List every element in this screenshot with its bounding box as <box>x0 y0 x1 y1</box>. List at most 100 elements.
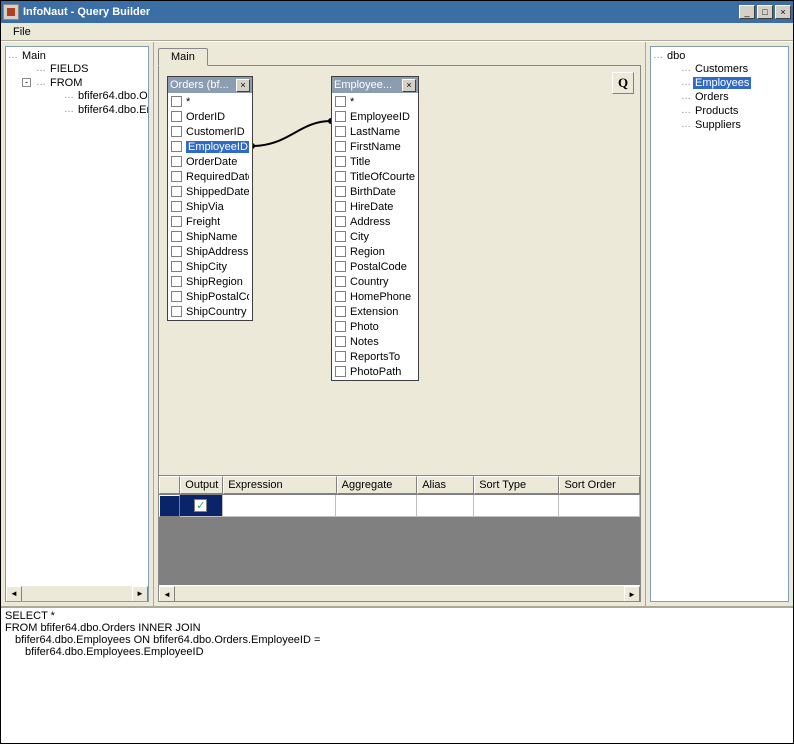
checkbox-icon[interactable] <box>171 261 182 272</box>
grid-header-output[interactable]: Output <box>180 476 223 494</box>
tree-node-dbo[interactable]: dbo <box>665 50 687 62</box>
left-tree[interactable]: - Main FIELDS - FROM bfifer64.dbo.Orders… <box>5 46 149 602</box>
checkbox-icon[interactable] <box>335 261 346 272</box>
table-orders-titlebar[interactable]: Orders (bf... × <box>168 77 252 93</box>
field-row[interactable]: ShipPostalCode <box>169 289 251 304</box>
tree-node-employees[interactable]: Employees <box>693 77 751 89</box>
field-row[interactable]: Notes <box>333 334 417 349</box>
scroll-right-icon[interactable]: ► <box>132 586 148 602</box>
field-row[interactable]: LastName <box>333 124 417 139</box>
grid-header-sorttype[interactable]: Sort Type <box>474 476 559 494</box>
field-row[interactable]: PhotoPath <box>333 364 417 379</box>
criteria-grid[interactable]: Output Expression Aggregate Alias Sort T… <box>159 475 640 585</box>
field-row[interactable]: Region <box>333 244 417 259</box>
field-row[interactable]: Country <box>333 274 417 289</box>
field-row[interactable]: TitleOfCourtesy <box>333 169 417 184</box>
checkbox-icon[interactable] <box>171 186 182 197</box>
titlebar[interactable]: InfoNaut - Query Builder _ □ × <box>1 1 793 23</box>
tree-node-from-employees[interactable]: bfifer64.dbo.Employees <box>76 104 149 116</box>
checkbox-icon[interactable] <box>171 156 182 167</box>
field-row[interactable]: PostalCode <box>333 259 417 274</box>
checkbox-icon[interactable] <box>335 366 346 377</box>
grid-cell-expression[interactable] <box>223 495 337 517</box>
field-row[interactable]: ShipVia <box>169 199 251 214</box>
checkbox-icon[interactable] <box>335 246 346 257</box>
tree-node-products[interactable]: Products <box>693 105 740 117</box>
field-row[interactable]: OrderDate <box>169 154 251 169</box>
checkbox-icon[interactable] <box>171 291 182 302</box>
grid-header-alias[interactable]: Alias <box>417 476 474 494</box>
field-row-employeeid[interactable]: EmployeeID <box>169 139 251 154</box>
grid-cell-sorttype[interactable] <box>474 495 559 517</box>
grid-cell-output[interactable]: ✓ <box>180 495 223 517</box>
checkbox-icon[interactable] <box>171 306 182 317</box>
field-row[interactable]: ShipName <box>169 229 251 244</box>
checkbox-icon[interactable] <box>171 96 182 107</box>
checkbox-icon[interactable] <box>335 216 346 227</box>
tree-node-main[interactable]: Main <box>20 50 48 62</box>
field-row[interactable]: ShipCountry <box>169 304 251 319</box>
field-row[interactable]: FirstName <box>333 139 417 154</box>
designer-canvas[interactable]: Q Orders (bf... × * OrderID CustomerID <box>159 66 640 475</box>
grid-header-sortorder[interactable]: Sort Order <box>559 476 640 494</box>
checkbox-icon[interactable] <box>171 246 182 257</box>
checkbox-icon[interactable] <box>171 126 182 137</box>
menu-file[interactable]: File <box>7 25 37 39</box>
checkbox-icon[interactable] <box>335 126 346 137</box>
tree-node-from[interactable]: FROM <box>48 77 84 89</box>
field-row[interactable]: Address <box>333 214 417 229</box>
field-row[interactable]: Extension <box>333 304 417 319</box>
field-row[interactable]: * <box>333 94 417 109</box>
scroll-right-icon[interactable]: ► <box>624 586 640 602</box>
field-row[interactable]: RequiredDate <box>169 169 251 184</box>
grid-cell-alias[interactable] <box>417 495 474 517</box>
field-row[interactable]: City <box>333 229 417 244</box>
checkbox-icon[interactable] <box>171 276 182 287</box>
field-row[interactable]: ShipCity <box>169 259 251 274</box>
field-row[interactable]: ShippedDate <box>169 184 251 199</box>
checkbox-icon[interactable] <box>171 201 182 212</box>
checkbox-icon[interactable] <box>335 231 346 242</box>
tree-node-customers[interactable]: Customers <box>693 63 750 75</box>
field-row[interactable]: * <box>169 94 251 109</box>
checkbox-icon[interactable] <box>335 171 346 182</box>
field-row[interactable]: BirthDate <box>333 184 417 199</box>
tree-scrollbar[interactable]: ◄ ► <box>6 585 148 601</box>
tree-node-fields[interactable]: FIELDS <box>48 63 91 75</box>
sql-panel[interactable]: SELECT *FROM bfifer64.dbo.Orders INNER J… <box>1 606 793 743</box>
grid-header-expression[interactable]: Expression <box>223 476 336 494</box>
checkbox-icon[interactable] <box>335 141 346 152</box>
checkbox-checked-icon[interactable]: ✓ <box>194 499 207 512</box>
maximize-button[interactable]: □ <box>757 5 773 19</box>
grid-cell-sortorder[interactable] <box>559 495 640 517</box>
checkbox-icon[interactable] <box>335 111 346 122</box>
tab-main[interactable]: Main <box>158 48 208 66</box>
close-icon[interactable]: × <box>236 79 250 92</box>
tree-node-orders[interactable]: Orders <box>693 91 731 103</box>
close-button[interactable]: × <box>775 5 791 19</box>
tree-node-suppliers[interactable]: Suppliers <box>693 119 743 131</box>
q-button[interactable]: Q <box>612 72 634 94</box>
checkbox-icon[interactable] <box>335 156 346 167</box>
grid-row[interactable]: ✓ <box>159 495 640 517</box>
table-employees-titlebar[interactable]: Employee... × <box>332 77 418 93</box>
field-row[interactable]: EmployeeID <box>333 109 417 124</box>
checkbox-icon[interactable] <box>335 321 346 332</box>
tree-node-from-orders[interactable]: bfifer64.dbo.Orders <box>76 90 149 102</box>
right-tree[interactable]: - dbo Customers Employees Orders Product… <box>650 46 789 602</box>
checkbox-icon[interactable] <box>171 171 182 182</box>
grid-cell-aggregate[interactable] <box>336 495 417 517</box>
field-row[interactable]: Title <box>333 154 417 169</box>
checkbox-icon[interactable] <box>335 201 346 212</box>
scrollbar-track[interactable] <box>175 586 624 601</box>
field-row[interactable]: HireDate <box>333 199 417 214</box>
grid-row-header[interactable] <box>159 495 180 517</box>
checkbox-icon[interactable] <box>335 276 346 287</box>
scroll-left-icon[interactable]: ◄ <box>159 586 175 602</box>
scroll-left-icon[interactable]: ◄ <box>6 586 22 602</box>
table-employees[interactable]: Employee... × * EmployeeID LastName Firs… <box>331 76 419 381</box>
grid-header-aggregate[interactable]: Aggregate <box>337 476 418 494</box>
checkbox-icon[interactable] <box>335 351 346 362</box>
field-row[interactable]: ShipAddress <box>169 244 251 259</box>
checkbox-icon[interactable] <box>171 141 182 152</box>
